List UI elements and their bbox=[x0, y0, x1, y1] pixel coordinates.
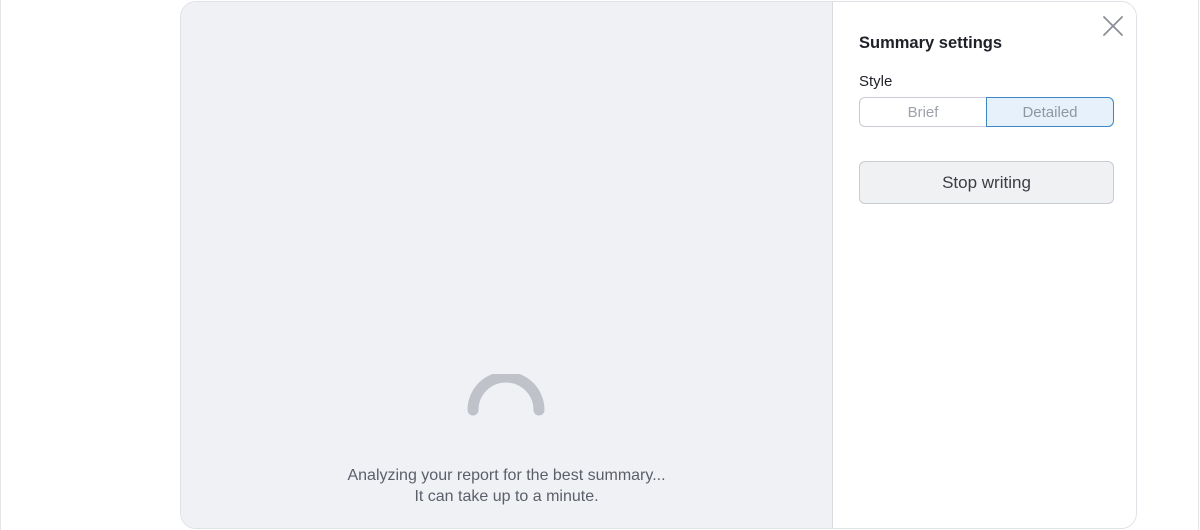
page-edge-right bbox=[1198, 0, 1199, 530]
loading-message-line-1: Analyzing your report for the best summa… bbox=[347, 467, 666, 484]
loading-spinner-icon bbox=[467, 374, 545, 416]
stop-writing-button[interactable]: Stop writing bbox=[859, 161, 1114, 204]
style-segmented-control: Brief Detailed bbox=[859, 97, 1114, 127]
settings-title: Summary settings bbox=[859, 34, 1003, 52]
style-option-brief[interactable]: Brief bbox=[859, 97, 986, 127]
loading-message-line-2: It can take up to a minute. bbox=[414, 488, 599, 505]
style-option-detailed[interactable]: Detailed bbox=[986, 97, 1114, 127]
loading-message: Analyzing your report for the best summa… bbox=[181, 465, 832, 507]
page-edge-left bbox=[0, 0, 1, 530]
summary-modal: Analyzing your report for the best summa… bbox=[180, 1, 1137, 529]
close-icon bbox=[1103, 16, 1123, 36]
style-label: Style bbox=[859, 73, 893, 90]
summary-settings-panel: Summary settings Style Brief Detailed St… bbox=[833, 2, 1136, 528]
close-button[interactable] bbox=[1101, 14, 1125, 38]
summary-preview-pane: Analyzing your report for the best summa… bbox=[181, 2, 833, 528]
